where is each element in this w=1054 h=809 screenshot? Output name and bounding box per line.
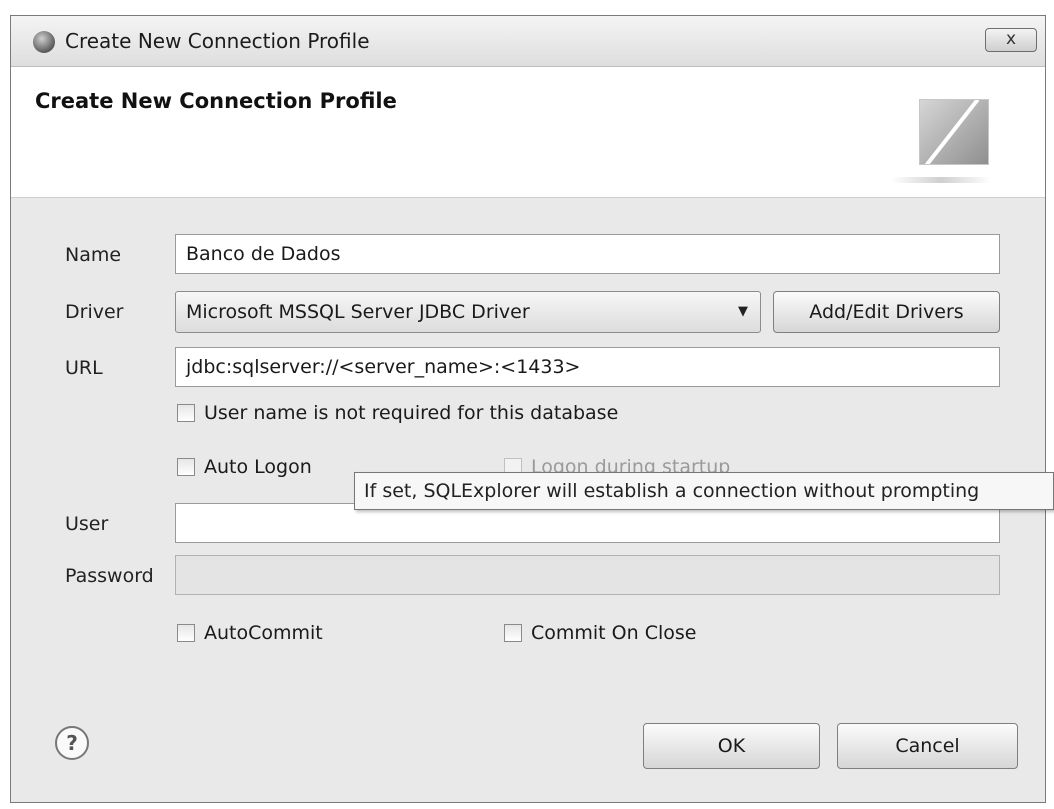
checkbox-icon (177, 624, 195, 642)
app-icon (33, 31, 55, 53)
name-field[interactable]: Banco de Dados (175, 234, 1000, 274)
cancel-button[interactable]: Cancel (837, 723, 1018, 769)
autocommit-checkbox[interactable]: AutoCommit (177, 621, 323, 645)
logo-shadow (891, 177, 991, 183)
url-field[interactable]: jdbc:sqlserver://<server_name>:<1433> (175, 347, 1000, 387)
chevron-down-icon: ▼ (738, 304, 748, 319)
driver-select[interactable]: Microsoft MSSQL Server JDBC Driver ▼ (175, 291, 761, 333)
close-button[interactable]: x (985, 28, 1037, 52)
url-label: URL (65, 357, 103, 379)
commit-on-close-checkbox[interactable]: Commit On Close (504, 621, 696, 645)
dialog-banner: Create New Connection Profile (11, 67, 1045, 198)
driver-select-value: Microsoft MSSQL Server JDBC Driver (186, 301, 530, 323)
password-field[interactable] (175, 555, 1000, 595)
checkbox-icon (504, 624, 522, 642)
driver-label: Driver (65, 301, 124, 323)
autocommit-text: AutoCommit (204, 622, 323, 644)
checkbox-icon (177, 404, 195, 422)
auto-logon-checkbox[interactable]: Auto Logon (177, 455, 312, 479)
window-title: Create New Connection Profile (65, 29, 370, 53)
title-bar: Create New Connection Profile x (11, 16, 1045, 67)
add-edit-drivers-button[interactable]: Add/Edit Drivers (773, 291, 1000, 333)
user-label: User (65, 513, 109, 535)
tooltip: If set, SQLExplorer will establish a con… (354, 472, 1054, 510)
help-icon[interactable]: ? (55, 726, 89, 760)
password-label: Password (65, 565, 154, 587)
wizard-logo-icon (919, 99, 989, 165)
dialog-window: Create New Connection Profile x Create N… (10, 15, 1046, 803)
ok-button[interactable]: OK (643, 723, 820, 769)
user-not-required-checkbox[interactable]: User name is not required for this datab… (177, 401, 618, 425)
auto-logon-text: Auto Logon (204, 456, 312, 478)
checkbox-icon (177, 458, 195, 476)
banner-title: Create New Connection Profile (35, 89, 397, 113)
commit-on-close-text: Commit On Close (531, 622, 697, 644)
user-not-required-text: User name is not required for this datab… (204, 402, 619, 424)
name-label: Name (65, 244, 122, 266)
